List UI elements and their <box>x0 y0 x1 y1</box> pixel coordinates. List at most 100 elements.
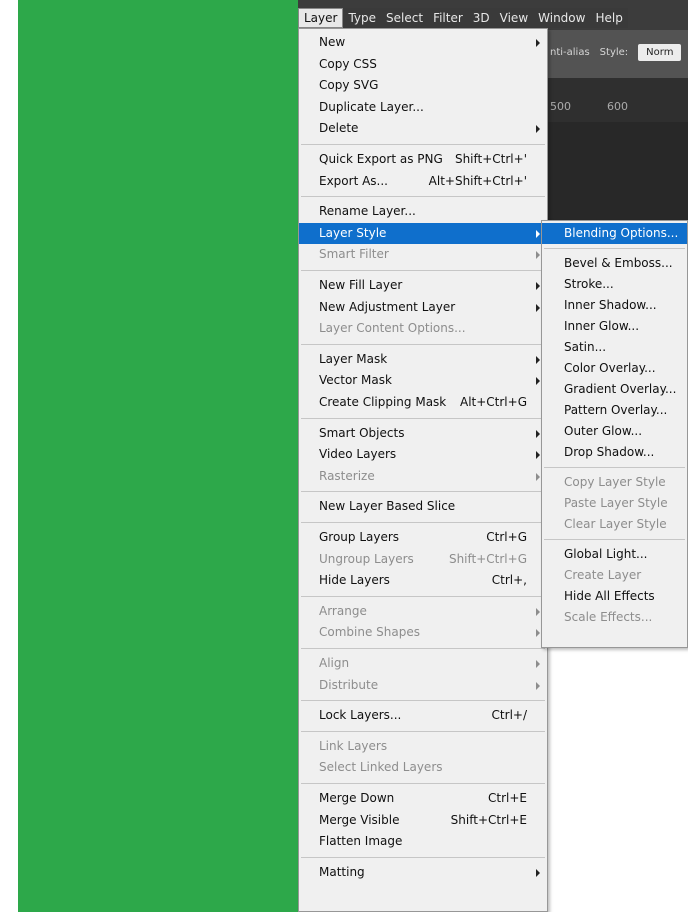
menu-item-lock-layers[interactable]: Lock Layers... Ctrl+/ <box>299 705 547 726</box>
menu-item-copy-layer-style: Copy Layer Style <box>542 472 687 493</box>
menu-item-label: Hide All Effects <box>564 589 655 603</box>
menu-item-new[interactable]: New <box>299 32 547 53</box>
menu-item-vector-mask[interactable]: Vector Mask <box>299 370 547 391</box>
menu-item-quick-export-as-png[interactable]: Quick Export as PNG Shift+Ctrl+' <box>299 149 547 170</box>
menu-item-label: Vector Mask <box>319 373 392 388</box>
menu-item-hide-all-effects[interactable]: Hide All Effects <box>542 586 687 607</box>
menu-item-label: Satin... <box>564 340 607 354</box>
menu-type[interactable]: Type <box>343 8 381 28</box>
menu-help[interactable]: Help <box>590 8 627 28</box>
options-bar-controls: nti-alias Style: Norm <box>550 40 682 64</box>
menu-layer[interactable]: Layer <box>298 8 344 28</box>
shortcut-label: Ctrl+, <box>491 573 527 588</box>
menu-select[interactable]: Select <box>381 8 428 28</box>
menu-item-label: Matting <box>319 864 365 879</box>
menu-item-label: Merge Down <box>319 791 395 805</box>
menu-window[interactable]: Window <box>533 8 590 28</box>
menu-item-label: Gradient Overlay... <box>564 382 677 396</box>
menu-item-smart-objects[interactable]: Smart Objects <box>299 423 547 444</box>
menu-item-label: New Layer Based Slice <box>319 499 456 514</box>
menu-3d[interactable]: 3D <box>468 8 495 28</box>
menu-item-label: Clear Layer Style <box>564 517 667 531</box>
menu-item-rename-layer[interactable]: Rename Layer... <box>299 201 547 222</box>
menu-separator <box>301 417 545 419</box>
menu-item-label: Distribute <box>319 677 379 692</box>
menu-item-link-layers: Link Layers <box>299 736 547 757</box>
menu-item-copy-svg[interactable]: Copy SVG <box>299 75 547 96</box>
menu-item-global-light[interactable]: Global Light... <box>542 544 687 565</box>
menu-item-select-linked-layers: Select Linked Layers <box>299 757 547 778</box>
menu-item-label: Outer Glow... <box>564 424 643 438</box>
menu-item-label: Scale Effects... <box>564 610 653 624</box>
menu-item-label: New <box>319 35 346 49</box>
menu-item-label: Lock Layers... <box>319 708 402 723</box>
menu-item-pattern-overlay[interactable]: Pattern Overlay... <box>542 400 687 421</box>
submenu-arrow-icon <box>536 429 540 438</box>
menu-item-stroke[interactable]: Stroke... <box>542 274 687 295</box>
menu-item-satin[interactable]: Satin... <box>542 337 687 358</box>
menu-item-duplicate-layer[interactable]: Duplicate Layer... <box>299 97 547 118</box>
menu-item-new-fill-layer[interactable]: New Fill Layer <box>299 275 547 296</box>
menu-item-label: Rename Layer... <box>319 204 416 219</box>
menu-item-label: Quick Export as PNG <box>319 152 443 166</box>
menu-item-label: Global Light... <box>564 547 648 561</box>
menu-item-smart-filter: Smart Filter <box>299 244 547 265</box>
menu-item-create-clipping-mask[interactable]: Create Clipping Mask Alt+Ctrl+G <box>299 392 547 413</box>
menu-item-new-layer-based-slice[interactable]: New Layer Based Slice <box>299 496 547 517</box>
menu-item-label: New Fill Layer <box>319 278 403 292</box>
menu-item-flatten-image[interactable]: Flatten Image <box>299 831 547 852</box>
submenu-arrow-icon <box>536 39 540 47</box>
menu-item-label: Create Clipping Mask <box>319 395 447 409</box>
menu-item-label: Copy SVG <box>319 78 379 93</box>
menu-item-label: Hide Layers <box>319 573 390 588</box>
menu-item-align: Align <box>299 653 547 674</box>
menu-item-copy-css[interactable]: Copy CSS <box>299 54 547 75</box>
menu-item-outer-glow[interactable]: Outer Glow... <box>542 421 687 442</box>
menu-item-merge-down[interactable]: Merge Down Ctrl+E <box>299 788 547 809</box>
shortcut-label: Shift+Ctrl+' <box>454 152 527 166</box>
menu-item-inner-shadow[interactable]: Inner Shadow... <box>542 295 687 316</box>
menu-item-layer-mask[interactable]: Layer Mask <box>299 349 547 370</box>
menu-bar: Layer Type Select Filter 3D View Window Help <box>298 8 628 28</box>
menu-item-inner-glow[interactable]: Inner Glow... <box>542 316 687 337</box>
anti-alias-label: nti-alias <box>550 46 590 58</box>
menu-item-label: Paste Layer Style <box>564 496 668 510</box>
menu-item-blending-options[interactable]: Blending Options... <box>542 223 687 244</box>
menu-item-drop-shadow[interactable]: Drop Shadow... <box>542 442 687 463</box>
menu-item-video-layers[interactable]: Video Layers <box>299 444 547 465</box>
menu-filter[interactable]: Filter <box>428 8 468 28</box>
menu-item-gradient-overlay[interactable]: Gradient Overlay... <box>542 379 687 400</box>
menu-item-hide-layers[interactable]: Hide Layers Ctrl+, <box>299 570 547 591</box>
menu-item-combine-shapes: Combine Shapes <box>299 622 547 643</box>
menu-item-layer-style[interactable]: Layer Style <box>299 222 547 244</box>
menu-separator <box>544 467 685 468</box>
shortcut-label: Ctrl+E <box>488 791 527 805</box>
style-label: Style: <box>599 46 629 58</box>
menu-separator <box>301 491 545 493</box>
menu-item-label: Align <box>319 656 350 670</box>
menu-item-color-overlay[interactable]: Color Overlay... <box>542 358 687 379</box>
menu-item-merge-visible[interactable]: Merge Visible Shift+Ctrl+E <box>299 810 547 831</box>
menu-item-label: Group Layers <box>319 530 400 544</box>
style-select[interactable]: Norm <box>638 43 682 61</box>
menu-item-label: Export As... <box>319 173 388 188</box>
menu-item-clear-layer-style: Clear Layer Style <box>542 514 687 535</box>
menu-item-matting[interactable]: Matting <box>299 862 547 883</box>
menu-separator <box>301 270 545 271</box>
menu-item-group-layers[interactable]: Group Layers Ctrl+G <box>299 527 547 548</box>
menu-separator <box>544 539 685 540</box>
submenu-arrow-icon <box>536 355 540 364</box>
menu-item-delete[interactable]: Delete <box>299 118 547 139</box>
shortcut-label: Shift+Ctrl+E <box>450 812 527 827</box>
shortcut-label: Ctrl+/ <box>491 708 527 723</box>
menu-item-label: Copy CSS <box>319 56 377 71</box>
menu-separator <box>301 700 545 702</box>
menu-separator <box>301 595 545 597</box>
menu-item-label: Color Overlay... <box>564 361 656 375</box>
menu-item-bevel-and-emboss[interactable]: Bevel & Emboss... <box>542 253 687 274</box>
menu-item-label: New Adjustment Layer <box>319 299 456 314</box>
menu-item-new-adjustment-layer[interactable]: New Adjustment Layer <box>299 297 547 318</box>
menu-item-label: Inner Glow... <box>564 319 640 333</box>
menu-view[interactable]: View <box>495 8 533 28</box>
menu-item-export-as[interactable]: Export As... Alt+Shift+Ctrl+' <box>299 171 547 192</box>
